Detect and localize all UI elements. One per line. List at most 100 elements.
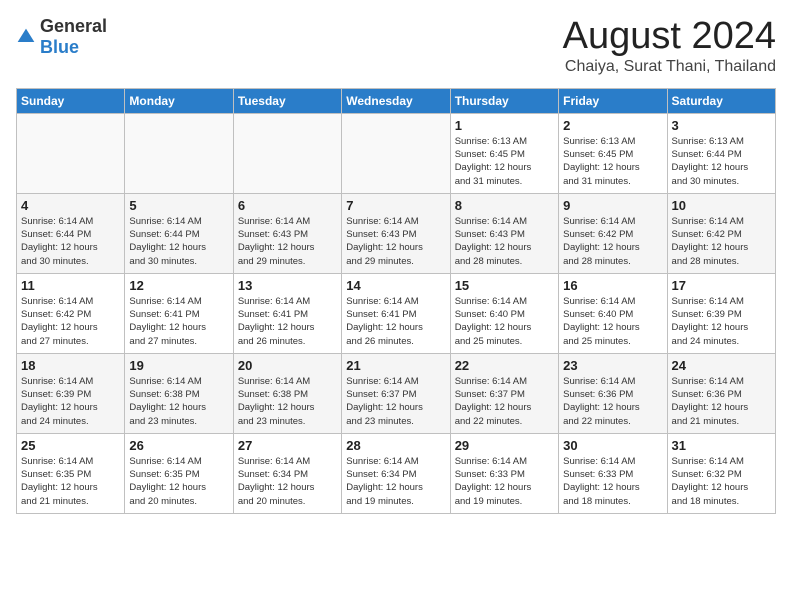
calendar-day-cell xyxy=(233,113,341,193)
day-number: 28 xyxy=(346,438,445,453)
calendar-day-cell: 10 Sunrise: 6:14 AM Sunset: 6:42 PM Dayli… xyxy=(667,193,775,273)
calendar-day-cell: 28 Sunrise: 6:14 AM Sunset: 6:34 PM Dayli… xyxy=(342,433,450,513)
calendar-day-cell: 6Sunrise: 6:14 AM Sunset: 6:43 PM Daylig… xyxy=(233,193,341,273)
day-info: Sunrise: 6:14 AM Sunset: 6:40 PM Dayligh… xyxy=(455,295,554,348)
calendar-day-cell xyxy=(125,113,233,193)
calendar-week-row: 1 Sunrise: 6:13 AM Sunset: 6:45 PM Daylig… xyxy=(17,113,776,193)
calendar-day-cell: 16 Sunrise: 6:14 AM Sunset: 6:40 PM Dayli… xyxy=(559,273,667,353)
day-number: 10 xyxy=(672,198,771,213)
day-info: Sunrise: 6:14 AM Sunset: 6:38 PM Dayligh… xyxy=(129,375,228,428)
weekday-header: Thursday xyxy=(450,88,558,113)
calendar-day-cell xyxy=(17,113,125,193)
day-number: 29 xyxy=(455,438,554,453)
day-number: 16 xyxy=(563,278,662,293)
day-number: 9 xyxy=(563,198,662,213)
calendar-day-cell: 20 Sunrise: 6:14 AM Sunset: 6:38 PM Dayli… xyxy=(233,353,341,433)
day-info: Sunrise: 6:14 AM Sunset: 6:40 PM Dayligh… xyxy=(563,295,662,348)
day-info: Sunrise: 6:14 AM Sunset: 6:39 PM Dayligh… xyxy=(21,375,120,428)
calendar-week-row: 4 Sunrise: 6:14 AM Sunset: 6:44 PM Daylig… xyxy=(17,193,776,273)
calendar-day-cell: 17 Sunrise: 6:14 AM Sunset: 6:39 PM Dayli… xyxy=(667,273,775,353)
calendar-day-cell: 2Sunrise: 6:13 AM Sunset: 6:45 PM Daylig… xyxy=(559,113,667,193)
weekday-header: Friday xyxy=(559,88,667,113)
calendar-week-row: 25 Sunrise: 6:14 AM Sunset: 6:35 PM Dayli… xyxy=(17,433,776,513)
day-info: Sunrise: 6:14 AM Sunset: 6:34 PM Dayligh… xyxy=(346,455,445,508)
day-info: Sunrise: 6:14 AM Sunset: 6:44 PM Dayligh… xyxy=(21,215,120,268)
day-number: 8 xyxy=(455,198,554,213)
day-number: 6 xyxy=(238,198,337,213)
day-info: Sunrise: 6:14 AM Sunset: 6:41 PM Dayligh… xyxy=(129,295,228,348)
day-number: 30 xyxy=(563,438,662,453)
day-info: Sunrise: 6:13 AM Sunset: 6:45 PM Dayligh… xyxy=(563,135,662,188)
day-info: Sunrise: 6:14 AM Sunset: 6:41 PM Dayligh… xyxy=(346,295,445,348)
day-info: Sunrise: 6:14 AM Sunset: 6:42 PM Dayligh… xyxy=(672,215,771,268)
day-info: Sunrise: 6:14 AM Sunset: 6:39 PM Dayligh… xyxy=(672,295,771,348)
weekday-header: Wednesday xyxy=(342,88,450,113)
month-title: August 2024 xyxy=(563,16,776,58)
calendar-day-cell: 4 Sunrise: 6:14 AM Sunset: 6:44 PM Daylig… xyxy=(17,193,125,273)
day-number: 5 xyxy=(129,198,228,213)
calendar-day-cell: 8 Sunrise: 6:14 AM Sunset: 6:43 PM Daylig… xyxy=(450,193,558,273)
day-info: Sunrise: 6:14 AM Sunset: 6:43 PM Dayligh… xyxy=(455,215,554,268)
day-info: Sunrise: 6:14 AM Sunset: 6:44 PM Dayligh… xyxy=(129,215,228,268)
day-info: Sunrise: 6:13 AM Sunset: 6:45 PM Dayligh… xyxy=(455,135,554,188)
day-info: Sunrise: 6:14 AM Sunset: 6:35 PM Dayligh… xyxy=(129,455,228,508)
weekday-header: Tuesday xyxy=(233,88,341,113)
calendar-day-cell: 23 Sunrise: 6:14 AM Sunset: 6:36 PM Dayli… xyxy=(559,353,667,433)
calendar-day-cell: 29Sunrise: 6:14 AM Sunset: 6:33 PM Dayli… xyxy=(450,433,558,513)
calendar-day-cell: 31Sunrise: 6:14 AM Sunset: 6:32 PM Dayli… xyxy=(667,433,775,513)
location-title: Chaiya, Surat Thani, Thailand xyxy=(563,58,776,76)
calendar-header: SundayMondayTuesdayWednesdayThursdayFrid… xyxy=(17,88,776,113)
day-number: 21 xyxy=(346,358,445,373)
weekday-header: Saturday xyxy=(667,88,775,113)
day-info: Sunrise: 6:14 AM Sunset: 6:34 PM Dayligh… xyxy=(238,455,337,508)
day-number: 25 xyxy=(21,438,120,453)
day-number: 4 xyxy=(21,198,120,213)
calendar-day-cell: 26Sunrise: 6:14 AM Sunset: 6:35 PM Dayli… xyxy=(125,433,233,513)
day-info: Sunrise: 6:14 AM Sunset: 6:38 PM Dayligh… xyxy=(238,375,337,428)
day-info: Sunrise: 6:14 AM Sunset: 6:36 PM Dayligh… xyxy=(563,375,662,428)
logo: General Blue xyxy=(16,16,107,58)
day-number: 18 xyxy=(21,358,120,373)
calendar-day-cell: 3 Sunrise: 6:13 AM Sunset: 6:44 PM Daylig… xyxy=(667,113,775,193)
day-number: 1 xyxy=(455,118,554,133)
calendar-day-cell: 14 Sunrise: 6:14 AM Sunset: 6:41 PM Dayli… xyxy=(342,273,450,353)
day-number: 24 xyxy=(672,358,771,373)
calendar-day-cell: 1 Sunrise: 6:13 AM Sunset: 6:45 PM Daylig… xyxy=(450,113,558,193)
calendar-day-cell: 27 Sunrise: 6:14 AM Sunset: 6:34 PM Dayli… xyxy=(233,433,341,513)
calendar-day-cell: 24 Sunrise: 6:14 AM Sunset: 6:36 PM Dayli… xyxy=(667,353,775,433)
calendar-day-cell: 18 Sunrise: 6:14 AM Sunset: 6:39 PM Dayli… xyxy=(17,353,125,433)
calendar-day-cell xyxy=(342,113,450,193)
day-number: 3 xyxy=(672,118,771,133)
day-number: 17 xyxy=(672,278,771,293)
day-number: 15 xyxy=(455,278,554,293)
day-number: 20 xyxy=(238,358,337,373)
weekday-header: Sunday xyxy=(17,88,125,113)
day-info: Sunrise: 6:13 AM Sunset: 6:44 PM Dayligh… xyxy=(672,135,771,188)
day-info: Sunrise: 6:14 AM Sunset: 6:32 PM Dayligh… xyxy=(672,455,771,508)
day-info: Sunrise: 6:14 AM Sunset: 6:43 PM Dayligh… xyxy=(346,215,445,268)
day-number: 27 xyxy=(238,438,337,453)
day-number: 23 xyxy=(563,358,662,373)
day-info: Sunrise: 6:14 AM Sunset: 6:41 PM Dayligh… xyxy=(238,295,337,348)
calendar-day-cell: 5 Sunrise: 6:14 AM Sunset: 6:44 PM Daylig… xyxy=(125,193,233,273)
calendar-day-cell: 9 Sunrise: 6:14 AM Sunset: 6:42 PM Daylig… xyxy=(559,193,667,273)
calendar-day-cell: 25Sunrise: 6:14 AM Sunset: 6:35 PM Dayli… xyxy=(17,433,125,513)
calendar-day-cell: 19 Sunrise: 6:14 AM Sunset: 6:38 PM Dayli… xyxy=(125,353,233,433)
title-area: August 2024 Chaiya, Surat Thani, Thailan… xyxy=(563,16,776,76)
day-number: 7 xyxy=(346,198,445,213)
day-number: 14 xyxy=(346,278,445,293)
calendar-day-cell: 22 Sunrise: 6:14 AM Sunset: 6:37 PM Dayli… xyxy=(450,353,558,433)
day-info: Sunrise: 6:14 AM Sunset: 6:42 PM Dayligh… xyxy=(21,295,120,348)
day-info: Sunrise: 6:14 AM Sunset: 6:42 PM Dayligh… xyxy=(563,215,662,268)
day-info: Sunrise: 6:14 AM Sunset: 6:37 PM Dayligh… xyxy=(455,375,554,428)
day-number: 22 xyxy=(455,358,554,373)
calendar-day-cell: 21Sunrise: 6:14 AM Sunset: 6:37 PM Dayli… xyxy=(342,353,450,433)
day-number: 12 xyxy=(129,278,228,293)
day-number: 19 xyxy=(129,358,228,373)
calendar-day-cell: 12 Sunrise: 6:14 AM Sunset: 6:41 PM Dayli… xyxy=(125,273,233,353)
calendar-week-row: 18 Sunrise: 6:14 AM Sunset: 6:39 PM Dayli… xyxy=(17,353,776,433)
weekday-header: Monday xyxy=(125,88,233,113)
day-number: 13 xyxy=(238,278,337,293)
day-info: Sunrise: 6:14 AM Sunset: 6:36 PM Dayligh… xyxy=(672,375,771,428)
calendar-week-row: 11Sunrise: 6:14 AM Sunset: 6:42 PM Dayli… xyxy=(17,273,776,353)
